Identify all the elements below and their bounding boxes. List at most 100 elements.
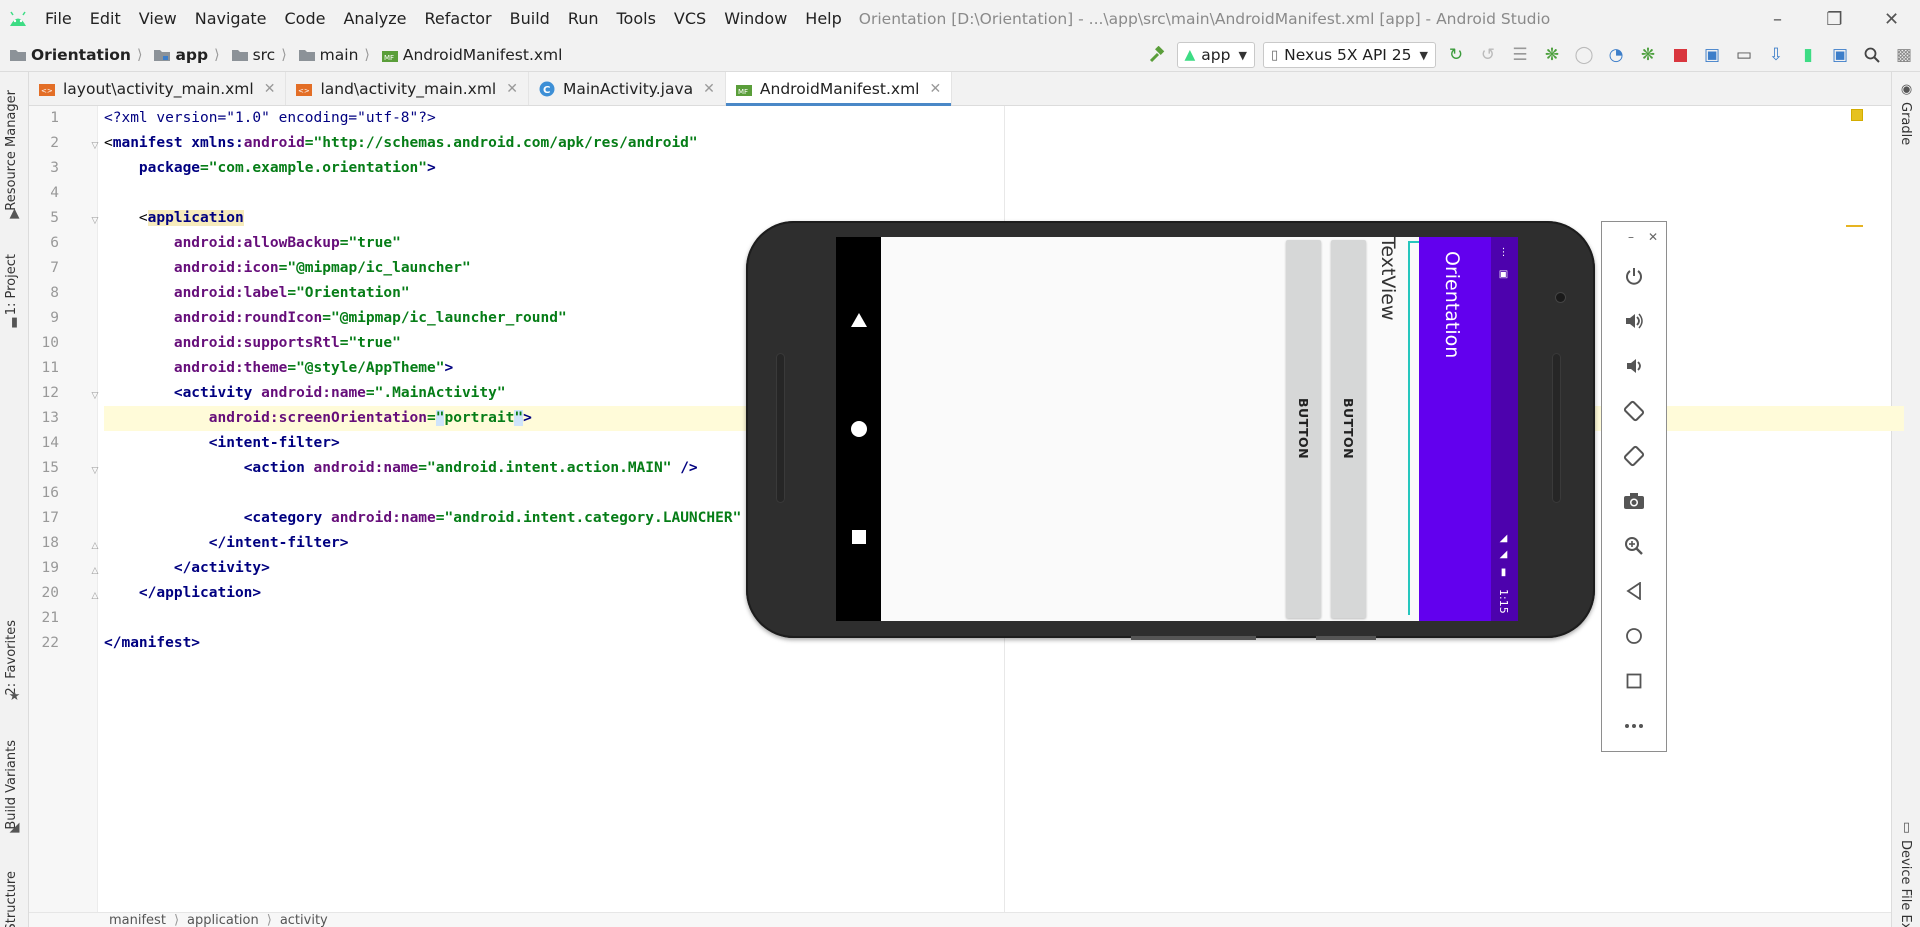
resource-icon[interactable]: ▣	[1824, 39, 1856, 71]
device-select[interactable]: ▯ Nexus 5X API 25 ▼	[1262, 42, 1436, 68]
volume-down-icon[interactable]	[1602, 348, 1666, 384]
run-config-select[interactable]: ▲ app ▼	[1176, 42, 1255, 68]
star-icon[interactable]: ★	[7, 689, 22, 704]
restore-icon[interactable]: ❐	[1806, 0, 1863, 38]
app-button-1[interactable]: BUTTON	[1286, 240, 1321, 618]
fold-marker-icon[interactable]: ▽	[90, 141, 100, 151]
menu-window[interactable]: Window	[715, 0, 796, 38]
menu-view[interactable]: View	[130, 0, 186, 38]
tab-land-activity-main[interactable]: <> land\activity_main.xml ✕	[286, 72, 529, 105]
menu-build[interactable]: Build	[501, 0, 559, 38]
fold-marker-icon[interactable]: ▽	[90, 391, 100, 401]
scrollbar-warning-marker[interactable]	[1846, 225, 1863, 227]
breadcrumb-app[interactable]: app	[144, 46, 208, 64]
fold-marker-icon[interactable]: ▽	[90, 466, 100, 476]
minimize-icon[interactable]: –	[1749, 0, 1806, 38]
profile-icon[interactable]: ◯	[1568, 39, 1600, 71]
breadcrumb-separator: ⟩	[364, 46, 370, 63]
breadcrumb-application[interactable]: application	[187, 913, 259, 927]
tab-android-manifest[interactable]: MF AndroidManifest.xml ✕	[725, 72, 953, 106]
close-tab-icon[interactable]: ✕	[506, 81, 518, 97]
tool-window-build-variants[interactable]: Build Variants	[4, 740, 19, 830]
debug-icon[interactable]: ❋	[1536, 39, 1568, 71]
attr-package: package	[138, 160, 201, 176]
breadcrumb-file[interactable]: MF AndroidManifest.xml	[372, 46, 562, 64]
tab-layout-activity-main[interactable]: <> layout\activity_main.xml ✕	[29, 72, 287, 105]
fold-marker-icon[interactable]: △	[90, 541, 100, 551]
make-project-hammer-icon[interactable]	[1141, 39, 1173, 71]
line-number: 14	[41, 435, 59, 451]
android-studio-small-icon[interactable]: ▩	[1888, 39, 1920, 71]
stop-icon[interactable]	[1664, 39, 1696, 71]
build-variants-icon[interactable]: ◢	[7, 820, 22, 835]
breadcrumb-src[interactable]: src	[222, 46, 275, 64]
app-button-2[interactable]: BUTTON	[1331, 240, 1366, 618]
close-tab-icon[interactable]: ✕	[703, 81, 715, 97]
device-manager-icon[interactable]: ▮	[1792, 39, 1824, 71]
apply-changes-icon[interactable]: ↺	[1472, 39, 1504, 71]
menu-edit[interactable]: Edit	[81, 0, 130, 38]
tool-window-favorites[interactable]: 2: Favorites	[4, 620, 19, 696]
sdk-manager-icon[interactable]: ⇩	[1760, 39, 1792, 71]
tool-window-device-file-explorer[interactable]: Device File Exp	[1898, 840, 1913, 927]
rotate-left-icon[interactable]	[1602, 393, 1666, 429]
tool-window-resource-manager[interactable]: Resource Manager	[4, 90, 19, 211]
overview-icon[interactable]	[836, 517, 881, 557]
line-number: 16	[41, 485, 59, 501]
apply-code-changes-icon[interactable]: ☰	[1504, 39, 1536, 71]
attach-debugger-icon[interactable]: ❋	[1632, 39, 1664, 71]
rerun-icon[interactable]: ↻	[1440, 39, 1472, 71]
home-icon[interactable]	[836, 409, 881, 449]
breadcrumb-separator: ⟩	[173, 912, 180, 927]
tool-window-structure[interactable]: Structure	[4, 871, 19, 927]
fold-marker-icon[interactable]: △	[90, 591, 100, 601]
breadcrumb-activity[interactable]: activity	[280, 913, 328, 927]
menu-analyze[interactable]: Analyze	[334, 0, 415, 38]
fold-marker-icon[interactable]: ▽	[90, 216, 100, 226]
gradle-elephant-icon[interactable]: ◉	[1899, 82, 1914, 97]
more-icon[interactable]	[1602, 708, 1666, 744]
menu-code[interactable]: Code	[276, 0, 335, 38]
minimize-icon[interactable]: –	[1628, 230, 1634, 244]
close-tab-icon[interactable]: ✕	[929, 81, 941, 97]
tool-window-project[interactable]: 1: Project	[4, 254, 19, 315]
back-icon[interactable]	[836, 300, 881, 340]
zoom-icon[interactable]	[1602, 528, 1666, 564]
home-icon[interactable]	[1602, 618, 1666, 654]
sync-project-icon[interactable]: ▣	[1696, 39, 1728, 71]
inspection-status-icon[interactable]	[1851, 109, 1863, 121]
line-number: 15	[41, 460, 59, 476]
menu-help[interactable]: Help	[796, 0, 850, 38]
breadcrumb-manifest[interactable]: manifest	[109, 913, 166, 927]
overview-icon[interactable]	[1602, 663, 1666, 699]
menu-vcs[interactable]: VCS	[665, 0, 715, 38]
tab-main-activity-java[interactable]: C MainActivity.java ✕	[529, 72, 726, 105]
close-icon[interactable]: ✕	[1648, 230, 1658, 244]
rotate-right-icon[interactable]	[1602, 438, 1666, 474]
search-icon[interactable]	[1856, 39, 1888, 71]
fold-marker-icon[interactable]: △	[90, 566, 100, 576]
breadcrumb-project[interactable]: Orientation	[0, 46, 131, 64]
device-file-explorer-icon[interactable]: ▯	[1899, 820, 1914, 835]
back-icon[interactable]	[1602, 573, 1666, 609]
emulator-screen[interactable]: BUTTON BUTTON TextView Orientation ⋮ ▣ ◢…	[836, 237, 1518, 621]
menu-file[interactable]: File	[36, 0, 81, 38]
punc: <	[104, 135, 113, 151]
menu-refactor[interactable]: Refactor	[416, 0, 501, 38]
close-window-icon[interactable]: ✕	[1863, 0, 1920, 38]
camera-icon[interactable]	[1602, 483, 1666, 519]
profiler-gauge-icon[interactable]: ◔	[1600, 39, 1632, 71]
avd-manager-icon[interactable]: ▭	[1728, 39, 1760, 71]
folder-icon[interactable]: ▮	[7, 315, 22, 330]
menu-tools[interactable]: Tools	[608, 0, 665, 38]
breadcrumb-main[interactable]: main	[289, 46, 358, 64]
value: "true"	[348, 335, 401, 351]
volume-up-icon[interactable]	[1602, 303, 1666, 339]
punc: <	[138, 210, 148, 226]
menu-navigate[interactable]: Navigate	[186, 0, 276, 38]
resource-manager-icon[interactable]: ▲	[7, 206, 22, 221]
edittext-underline[interactable]	[1408, 241, 1410, 615]
close-tab-icon[interactable]: ✕	[264, 81, 276, 97]
menu-run[interactable]: Run	[559, 0, 608, 38]
power-icon[interactable]	[1602, 258, 1666, 294]
